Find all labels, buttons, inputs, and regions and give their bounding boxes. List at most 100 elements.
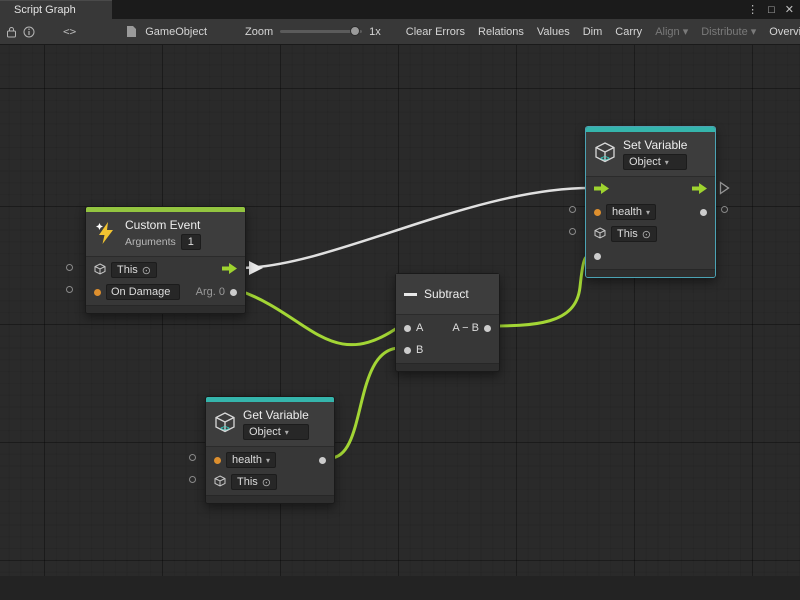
variable-kind-dropdown[interactable]: Object ▾	[623, 154, 687, 170]
subtract-node[interactable]: Subtract A A − B B	[395, 273, 500, 372]
variable-name-dropdown[interactable]: health ▾	[226, 452, 276, 468]
values-button[interactable]: Values	[532, 24, 575, 40]
dim-button[interactable]: Dim	[578, 24, 608, 40]
external-port-ring[interactable]	[66, 264, 73, 271]
distribute-dropdown-button[interactable]: Distribute ▾	[696, 23, 761, 40]
overview-button[interactable]: Overview	[764, 24, 800, 40]
gameobject-cube-icon	[214, 475, 226, 490]
self-target-icon: ⊙	[262, 476, 271, 489]
set-variable-node[interactable]: <> Set Variable Object ▾	[585, 126, 716, 278]
external-port-ring[interactable]	[721, 206, 728, 213]
variable-kind-value: Object	[629, 156, 661, 168]
target-self-label: This	[617, 228, 638, 240]
maximize-icon[interactable]: □	[768, 4, 775, 16]
arg0-output-port[interactable]	[230, 289, 237, 296]
target-self-field[interactable]: This ⊙	[111, 262, 157, 278]
graph-canvas[interactable]: Custom Event Arguments This ⊙	[0, 45, 800, 600]
result-output-port[interactable]	[484, 325, 491, 332]
graph-owner[interactable]: GameObject	[122, 22, 207, 42]
external-port-ring[interactable]	[569, 206, 576, 213]
value-output-port[interactable]	[319, 457, 326, 464]
port-row	[586, 179, 715, 201]
dropdown-arrow-icon: ▾	[266, 456, 270, 465]
target-self-field[interactable]: This ⊙	[231, 474, 277, 490]
port-row: health ▾	[586, 201, 715, 223]
graph-owner-label: GameObject	[145, 26, 207, 38]
arguments-count-input[interactable]	[181, 234, 201, 250]
carry-button[interactable]: Carry	[610, 24, 647, 40]
external-port-ring[interactable]	[569, 228, 576, 235]
port-row: This ⊙	[586, 223, 715, 245]
gameobject-cube-icon	[594, 227, 606, 242]
port-row	[586, 245, 715, 267]
lock-icon[interactable]	[6, 22, 17, 42]
code-view-icon[interactable]: <>	[63, 25, 76, 38]
flow-output-port[interactable]	[222, 263, 237, 277]
node-title: Get Variable	[243, 408, 309, 422]
node-footer	[396, 363, 499, 371]
graph-toolbar: <> GameObject Zoom 1x Clear Errors Relat…	[0, 19, 800, 45]
relations-button[interactable]: Relations	[473, 24, 529, 40]
script-graph-window: Script Graph ⋮ □ ✕ <> GameObject Zoom	[0, 0, 800, 600]
clear-errors-button[interactable]: Clear Errors	[401, 24, 470, 40]
port-row: This ⊙	[206, 471, 334, 493]
subtract-icon	[404, 293, 417, 296]
wire-arg0-to-subtract-a	[238, 290, 400, 345]
gameobject-icon	[122, 22, 140, 42]
close-icon[interactable]: ✕	[785, 3, 794, 16]
flow-input-port[interactable]	[594, 183, 609, 197]
variable-name-value: health	[612, 206, 642, 218]
dropdown-arrow-icon: ▾	[646, 208, 650, 217]
event-name-input[interactable]	[106, 284, 180, 300]
variable-kind-dropdown[interactable]: Object ▾	[243, 424, 309, 440]
tab-title: Script Graph	[14, 4, 76, 16]
value-output-port[interactable]	[700, 209, 707, 216]
variable-cube-icon: <>	[214, 412, 236, 437]
new-value-input-port[interactable]	[594, 253, 601, 260]
node-title: Set Variable	[623, 138, 687, 152]
node-footer	[586, 269, 715, 277]
variable-name-value: health	[232, 454, 262, 466]
flow-output-port[interactable]	[692, 183, 707, 197]
external-port-ring[interactable]	[66, 286, 73, 293]
custom-event-icon	[94, 221, 118, 248]
external-port-ring[interactable]	[189, 476, 196, 483]
custom-event-node[interactable]: Custom Event Arguments This ⊙	[85, 206, 246, 314]
wire-subtract-to-setvariable-value	[484, 256, 595, 326]
dropdown-arrow-icon: ▾	[285, 428, 289, 437]
external-flow-port-triangle[interactable]	[719, 181, 730, 195]
port-row: This ⊙	[86, 259, 245, 281]
input-a-label: A	[416, 322, 423, 334]
node-footer	[86, 305, 245, 313]
variable-name-input-port[interactable]	[214, 457, 221, 464]
flow-wire-arrow-icon	[249, 261, 263, 275]
input-a-port[interactable]	[404, 325, 411, 332]
variable-name-dropdown[interactable]: health ▾	[606, 204, 656, 220]
get-variable-node[interactable]: <> Get Variable Object ▾ health ▾	[205, 396, 335, 504]
input-b-label: B	[416, 344, 423, 356]
event-name-input-port[interactable]	[94, 289, 101, 296]
target-self-field[interactable]: This ⊙	[611, 226, 657, 242]
info-icon[interactable]	[23, 22, 35, 42]
target-self-label: This	[117, 264, 138, 276]
port-row: Arg. 0	[86, 281, 245, 303]
output-label: A − B	[452, 322, 479, 334]
wire-getvariable-to-subtract-b	[330, 348, 400, 458]
port-row: health ▾	[206, 449, 334, 471]
self-target-icon: ⊙	[142, 264, 151, 277]
target-self-label: This	[237, 476, 258, 488]
port-row: B	[396, 339, 499, 361]
node-title: Custom Event	[125, 218, 201, 232]
external-port-ring[interactable]	[189, 454, 196, 461]
zoom-slider-handle[interactable]	[350, 26, 360, 36]
input-b-port[interactable]	[404, 347, 411, 354]
gameobject-cube-icon	[94, 263, 106, 278]
variable-name-input-port[interactable]	[594, 209, 601, 216]
align-dropdown-button[interactable]: Align ▾	[650, 23, 693, 40]
zoom-slider[interactable]	[280, 30, 362, 33]
window-menu-icon[interactable]: ⋮	[747, 3, 758, 16]
window-tab-bar: Script Graph ⋮ □ ✕	[0, 0, 800, 19]
tab-script-graph[interactable]: Script Graph	[0, 0, 112, 19]
zoom-value: 1x	[369, 26, 381, 38]
arguments-label: Arguments	[125, 236, 176, 248]
